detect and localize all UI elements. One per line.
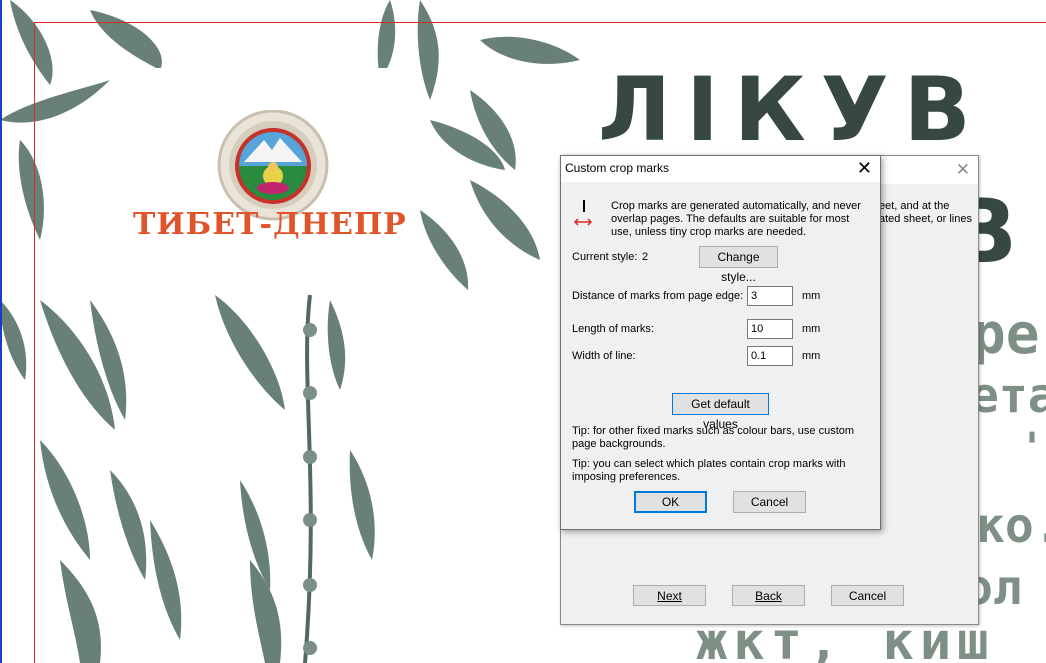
margin-guide-top [34,22,1046,23]
body-text-fragment: ре [972,302,1040,367]
back-button-label: Back [755,589,782,603]
close-icon[interactable]: ✕ [956,160,970,180]
current-style-label: Current style: [572,251,638,263]
wizard-text-line: ated sheet, or lines [879,213,972,225]
wizard-text-line: eet, and at the [879,200,950,212]
cancel-button[interactable]: Cancel [733,491,806,513]
width-field[interactable] [747,346,793,366]
next-button[interactable]: Next [633,585,706,606]
change-style-button[interactable]: Change style... [699,246,778,284]
body-text-fragment: ко. [976,498,1046,554]
distance-field[interactable] [747,286,793,306]
dialog-title: Custom crop marks [565,161,670,175]
back-button[interactable]: Back [732,585,805,606]
bleed-guide [0,0,2,663]
tip-plates: Tip: you can select which plates contain… [572,458,846,483]
width-unit: mm [802,350,821,362]
ok-button[interactable]: OK [634,491,707,513]
length-field[interactable] [747,319,793,339]
dialog-titlebar: Custom crop marks ✕ [561,156,880,182]
logo-text: ТИБЕТ-ДНЕПР [133,207,407,242]
tip-colour-bars: Tip: for other fixed marks such as colou… [572,425,855,450]
distance-unit: mm [802,290,821,302]
length-label: Length of marks: [572,323,654,335]
next-button-label: Next [657,589,682,603]
close-icon[interactable]: ✕ [857,158,872,178]
width-label: Width of line: [572,350,636,362]
distance-label: Distance of marks from page edge: [572,290,744,302]
body-text-fragment: ' [1020,425,1045,471]
custom-crop-marks-dialog: Custom crop marks ✕ Crop marks are gener… [560,155,881,530]
wizard-cancel-button[interactable]: Cancel [831,585,904,606]
info-text: Crop marks are generated automatically, … [611,200,861,238]
body-text-fragment: ета [970,368,1046,424]
crop-marks-icon [573,200,593,226]
wizard-description: eet, and at the ated sheet, or lines [879,200,972,226]
headline-line-1: ЛІКУВ [598,58,986,161]
get-default-values-button[interactable]: Get default values [672,393,769,431]
margin-guide-left [34,22,35,663]
logo-area [140,68,413,290]
current-style-value: 2 [642,251,649,263]
length-unit: mm [802,323,821,335]
